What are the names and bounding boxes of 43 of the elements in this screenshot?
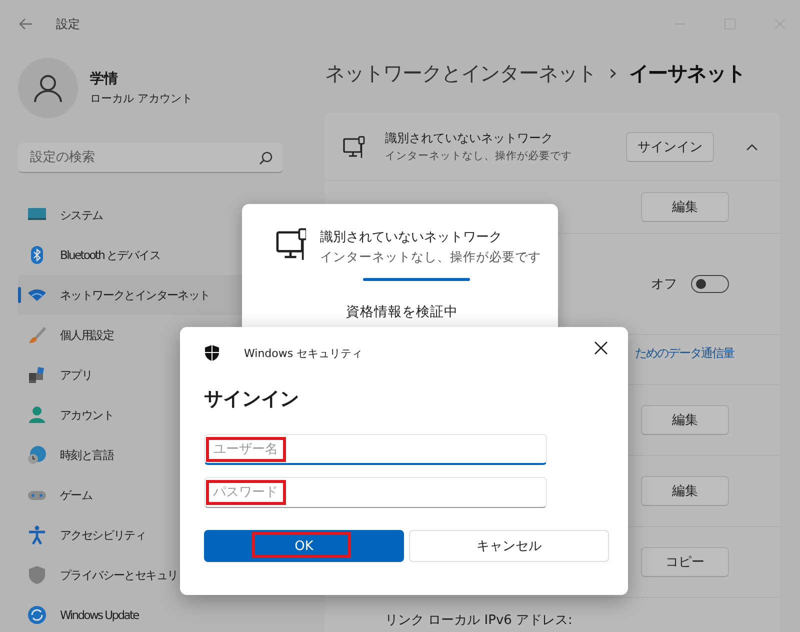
monitor-cable-icon — [343, 136, 365, 158]
network-name: 識別されていないネットワーク — [385, 130, 554, 147]
password-field[interactable]: パスワード — [204, 477, 547, 508]
data-usage-link[interactable]: ためのデータ通信量 — [635, 345, 734, 362]
network-status: インターネットなし、操作が必要です — [385, 149, 573, 163]
dialog-heading: サインイン — [204, 387, 300, 412]
search-icon — [259, 151, 273, 165]
action-button[interactable]: 編集 — [641, 192, 729, 222]
back-arrow-icon — [18, 16, 34, 32]
monitor-cable-icon — [276, 228, 306, 262]
search-field[interactable]: 設定の検索 — [18, 143, 283, 173]
globe-clock-icon — [27, 445, 47, 465]
user-name: 学情 — [90, 70, 119, 88]
close-icon — [594, 341, 608, 355]
breadcrumb-link[interactable]: ネットワークとインターネット — [325, 60, 597, 86]
sidebar-item[interactable]: Bluetooth とデバイス — [18, 235, 283, 275]
toggle-switch[interactable] — [691, 275, 729, 293]
action-button[interactable]: 編集 — [641, 405, 729, 435]
toggle-state: オフ — [651, 276, 677, 293]
refresh-icon — [27, 605, 47, 625]
sidebar-item[interactable]: Windows Update — [18, 595, 283, 632]
username-field[interactable]: ユーザー名 — [204, 434, 547, 465]
accessibility-icon — [27, 525, 47, 545]
shield-icon — [27, 565, 47, 585]
sidebar-item[interactable]: システム — [18, 195, 283, 235]
account-type: ローカル アカウント — [90, 91, 192, 106]
cancel-button[interactable]: キャンセル — [409, 530, 609, 562]
sign-in-button[interactable]: サインイン — [626, 132, 714, 162]
person-icon — [33, 73, 63, 103]
network-name: 識別されていないネットワーク — [320, 229, 503, 246]
person-icon — [27, 405, 47, 425]
action-button[interactable]: 編集 — [641, 476, 729, 506]
brush-icon — [27, 325, 47, 345]
page-title: イーサネット — [628, 60, 746, 86]
action-button[interactable]: コピー — [641, 547, 729, 577]
window-title: 設定 — [56, 16, 80, 32]
network-status: インターネットなし、操作が必要です — [320, 249, 541, 266]
apps-icon — [27, 365, 47, 385]
address-label: リンク ローカル IPv6 アドレス: — [385, 612, 572, 629]
status-message: 資格情報を検証中 — [346, 303, 459, 321]
breadcrumb-separator: › — [608, 60, 617, 86]
shield-icon — [204, 344, 220, 362]
dialog-title: Windows セキュリティ — [244, 346, 363, 360]
